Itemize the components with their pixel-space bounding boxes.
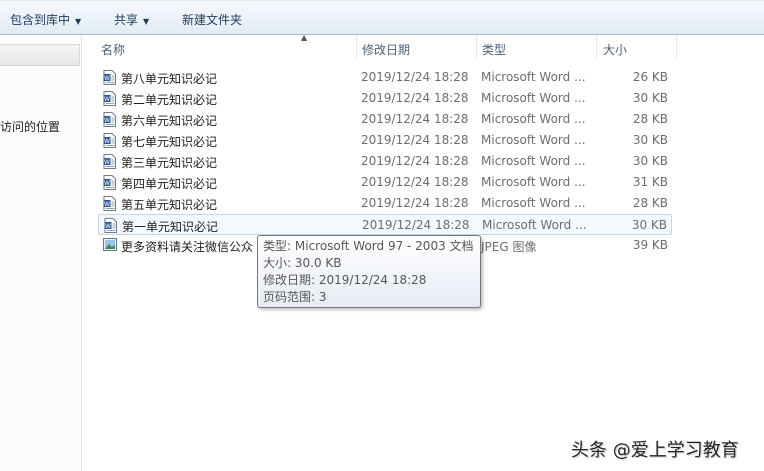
- watermark: 头条 @爱上学习教育: [571, 440, 739, 461]
- column-size[interactable]: 大小: [603, 41, 627, 58]
- file-date: 2019/12/24 18:28: [361, 70, 469, 84]
- file-name: 第五单元知识必记: [121, 198, 218, 212]
- column-header: ▲ 名称 修改日期 类型 大小: [82, 33, 764, 59]
- file-size: 30 KB: [631, 218, 667, 232]
- file-date: 2019/12/24 18:28: [361, 91, 469, 105]
- file-date: 2019/12/24 18:28: [361, 112, 469, 126]
- file-type: JPEG 图像: [481, 240, 537, 254]
- svg-text:W: W: [104, 117, 110, 124]
- file-type: Microsoft Word ...: [481, 70, 586, 84]
- word-doc-icon: W: [103, 175, 116, 190]
- file-row[interactable]: W 第七单元知识必记 2019/12/24 18:28 Microsoft Wo…: [98, 130, 672, 151]
- share-label: 共享: [114, 13, 139, 27]
- word-doc-icon: W: [103, 112, 116, 127]
- share-button[interactable]: 共享 ▼: [114, 11, 149, 28]
- file-type: Microsoft Word ...: [482, 218, 587, 232]
- dropdown-arrow-icon: ▼: [75, 17, 82, 26]
- file-date: 2019/12/24 18:28: [361, 154, 469, 168]
- file-type: Microsoft Word ...: [481, 154, 586, 168]
- include-in-library-button[interactable]: 包含到库中 ▼: [10, 11, 81, 28]
- new-folder-button[interactable]: 新建文件夹: [182, 11, 242, 28]
- dropdown-arrow-icon: ▼: [143, 17, 150, 26]
- column-type[interactable]: 类型: [482, 41, 506, 58]
- column-name[interactable]: 名称: [101, 41, 125, 58]
- file-row[interactable]: W 第二单元知识必记 2019/12/24 18:28 Microsoft Wo…: [98, 88, 672, 109]
- file-name: 第八单元知识必记: [121, 72, 218, 86]
- file-size: 28 KB: [632, 112, 668, 126]
- word-doc-icon: W: [103, 154, 116, 169]
- sidebar-selected-item[interactable]: [0, 44, 80, 66]
- file-size: 28 KB: [632, 196, 668, 210]
- tooltip-pages: 页码范围: 3: [263, 290, 327, 304]
- file-name: 更多资料请关注微信公众: [121, 240, 254, 254]
- file-row[interactable]: W 第八单元知识必记 2019/12/24 18:28 Microsoft Wo…: [98, 67, 672, 88]
- file-type: Microsoft Word ...: [481, 196, 586, 210]
- image-file-icon: [103, 238, 117, 253]
- word-doc-icon: W: [103, 196, 116, 211]
- tooltip-size: 大小: 30.0 KB: [263, 256, 342, 270]
- word-doc-icon: W: [104, 218, 117, 233]
- file-name: 第四单元知识必记: [121, 177, 218, 191]
- file-size: 30 KB: [632, 91, 668, 105]
- svg-text:W: W: [104, 180, 110, 187]
- column-date[interactable]: 修改日期: [362, 41, 410, 58]
- file-row[interactable]: W 第六单元知识必记 2019/12/24 18:28 Microsoft Wo…: [98, 109, 672, 130]
- word-doc-icon: W: [103, 70, 116, 85]
- navigation-pane: 访问的位置: [0, 35, 82, 471]
- svg-text:W: W: [104, 138, 110, 145]
- file-type: Microsoft Word ...: [481, 133, 586, 147]
- tooltip-modified: 修改日期: 2019/12/24 18:28: [263, 273, 427, 287]
- file-type: Microsoft Word ...: [481, 175, 586, 189]
- file-date: 2019/12/24 18:28: [361, 133, 469, 147]
- sort-ascending-icon: ▲: [301, 33, 308, 42]
- file-size: 39 KB: [632, 238, 668, 252]
- file-info-tooltip: 类型: Microsoft Word 97 - 2003 文档 大小: 30.0…: [257, 235, 481, 308]
- column-divider[interactable]: [356, 35, 357, 59]
- file-date: 2019/12/24 18:28: [362, 218, 470, 232]
- file-row[interactable]: W 第三单元知识必记 2019/12/24 18:28 Microsoft Wo…: [98, 151, 672, 172]
- svg-text:W: W: [104, 159, 110, 166]
- file-date: 2019/12/24 18:28: [361, 175, 469, 189]
- file-date: 2019/12/24 18:28: [361, 196, 469, 210]
- word-doc-icon: W: [103, 133, 116, 148]
- column-divider[interactable]: [596, 35, 597, 59]
- svg-text:W: W: [105, 223, 111, 230]
- file-name: 第七单元知识必记: [121, 135, 218, 149]
- svg-text:W: W: [104, 201, 110, 208]
- file-size: 26 KB: [632, 70, 668, 84]
- file-name: 第一单元知识必记: [122, 220, 219, 234]
- file-size: 31 KB: [632, 175, 668, 189]
- sidebar-item-recent-places[interactable]: 访问的位置: [0, 118, 60, 135]
- file-row[interactable]: W 第四单元知识必记 2019/12/24 18:28 Microsoft Wo…: [98, 172, 672, 193]
- file-size: 30 KB: [632, 133, 668, 147]
- svg-text:W: W: [104, 75, 110, 82]
- file-row[interactable]: W 第五单元知识必记 2019/12/24 18:28 Microsoft Wo…: [98, 193, 672, 214]
- file-type: Microsoft Word ...: [481, 112, 586, 126]
- file-name: 第二单元知识必记: [121, 93, 218, 107]
- file-type: Microsoft Word ...: [481, 91, 586, 105]
- file-row[interactable]: W 第一单元知识必记 2019/12/24 18:28 Microsoft Wo…: [98, 214, 672, 235]
- tooltip-type: 类型: Microsoft Word 97 - 2003 文档: [263, 239, 474, 253]
- command-bar: 包含到库中 ▼ 共享 ▼ 新建文件夹: [0, 0, 764, 35]
- word-doc-icon: W: [103, 91, 116, 106]
- file-size: 30 KB: [632, 154, 668, 168]
- file-name: 第三单元知识必记: [121, 156, 218, 170]
- column-divider[interactable]: [476, 35, 477, 59]
- column-divider[interactable]: [676, 35, 677, 59]
- svg-text:W: W: [104, 96, 110, 103]
- file-name: 第六单元知识必记: [121, 114, 218, 128]
- include-library-label: 包含到库中: [10, 13, 71, 27]
